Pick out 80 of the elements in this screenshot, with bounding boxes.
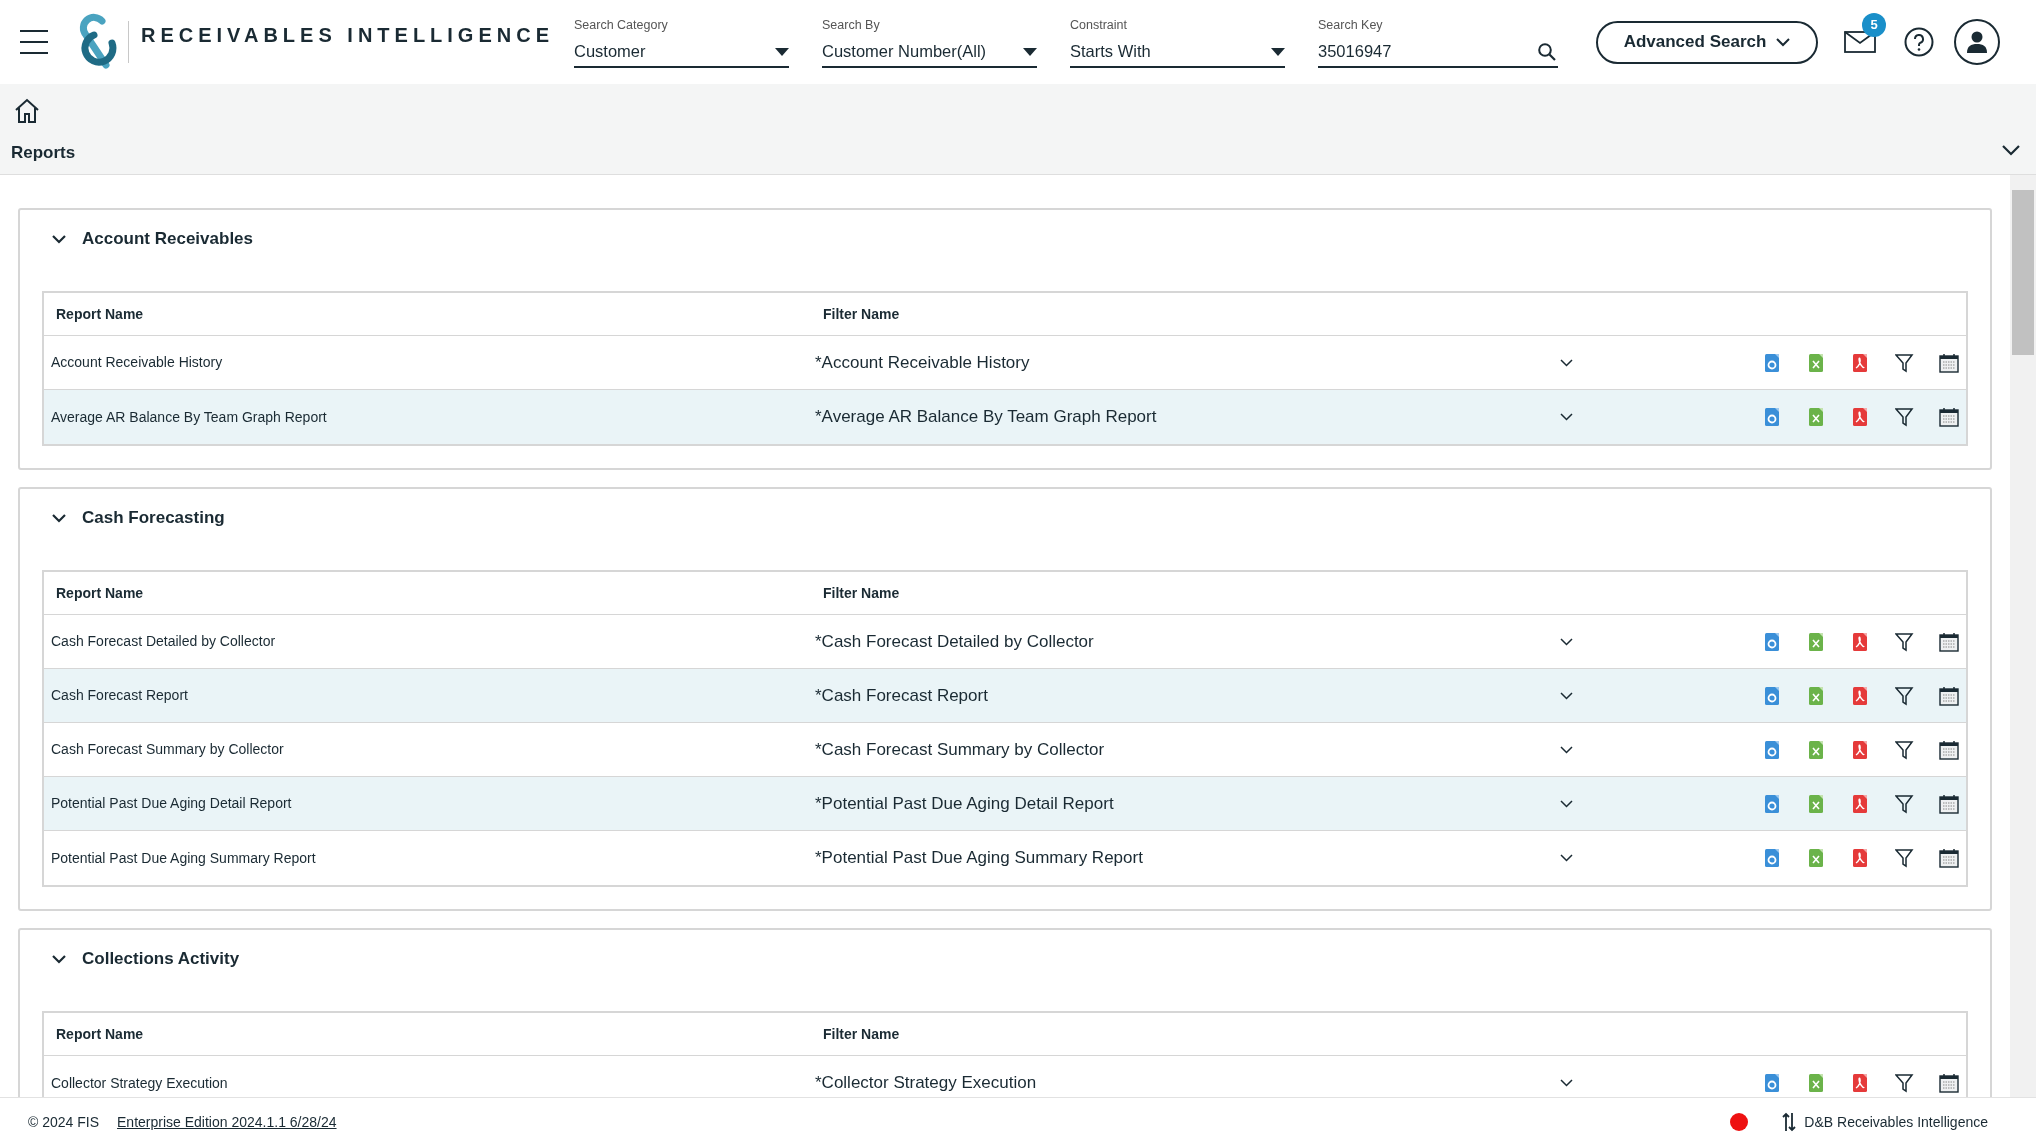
app-title: RECEIVABLES INTELLIGENCE (141, 23, 554, 48)
chevron-down-icon (1560, 745, 1573, 754)
filter-dropdown[interactable]: *Potential Past Due Aging Summary Report (815, 845, 1585, 871)
filter-icon[interactable] (1895, 631, 1915, 652)
transfer-arrows-icon (1782, 1112, 1797, 1132)
chevron-down-icon (1560, 358, 1573, 367)
filter-dropdown[interactable]: *Collector Strategy Execution (815, 1070, 1585, 1096)
advanced-search-button[interactable]: Advanced Search (1596, 20, 1818, 64)
chevron-down-icon[interactable] (2002, 144, 2020, 156)
search-dropdown[interactable]: Customer (574, 37, 789, 68)
section-header[interactable]: Account Receivables (52, 210, 253, 268)
chevron-down-icon (1560, 1079, 1573, 1087)
field-label: Search By (822, 16, 881, 33)
column-header: Filter Name (822, 304, 900, 324)
chevron-down-icon (1560, 691, 1573, 700)
chevron-down-icon (1560, 799, 1573, 808)
report-name: Potential Past Due Aging Summary Report (50, 848, 317, 868)
chevron-down-icon (52, 234, 66, 244)
column-header: Filter Name (822, 583, 900, 603)
filter-icon[interactable] (1895, 1073, 1915, 1093)
filter-icon[interactable] (1895, 739, 1915, 760)
chevron-down-icon (1560, 413, 1573, 421)
chevron-down-icon (1560, 637, 1573, 646)
filter-icon[interactable] (1895, 352, 1915, 373)
dropdown-arrow-icon (1023, 47, 1037, 56)
chevron-down-icon (1560, 854, 1573, 862)
calendar-icon[interactable] (1939, 407, 1959, 427)
user-icon[interactable] (1954, 19, 2000, 65)
report-name: Cash Forecast Summary by Collector (50, 740, 285, 759)
filter-icon[interactable] (1895, 848, 1915, 868)
report-name: Cash Forecast Report (50, 686, 189, 705)
calendar-icon[interactable] (1939, 352, 1959, 373)
notification-badge: 5 (1862, 13, 1886, 37)
report-name: Cash Forecast Detailed by Collector (50, 632, 277, 651)
chevron-down-icon (52, 954, 66, 964)
search-dropdown[interactable]: Customer Number(All) (822, 37, 1037, 68)
section-header[interactable]: Collections Activity (52, 930, 240, 988)
calendar-icon[interactable] (1939, 848, 1959, 868)
chevron-down-icon (52, 513, 66, 523)
mail-icon[interactable] (1844, 31, 1876, 53)
dropdown-arrow-icon (775, 47, 789, 56)
filter-dropdown[interactable]: *Average AR Balance By Team Graph Report (815, 404, 1585, 430)
filter-icon[interactable] (1895, 407, 1915, 427)
search-dropdown[interactable]: Starts With (1070, 37, 1285, 68)
product-name: D&B Receivables Intelligence (1804, 1112, 1988, 1132)
field-label: Search Category (574, 16, 669, 33)
filter-dropdown[interactable]: *Potential Past Due Aging Detail Report (815, 790, 1585, 817)
field-label: Constraint (1070, 16, 1128, 33)
help-icon[interactable] (1904, 27, 1934, 57)
filter-dropdown[interactable]: *Account Receivable History (815, 349, 1585, 376)
dropdown-arrow-icon (1271, 47, 1285, 56)
chevron-down-icon (1776, 37, 1791, 47)
section-header[interactable]: Cash Forecasting (52, 489, 225, 547)
filter-dropdown[interactable]: *Cash Forecast Summary by Collector (815, 736, 1585, 763)
scrollbar[interactable] (2010, 175, 2036, 1097)
page-title: Reports (11, 142, 76, 164)
home-icon[interactable] (14, 98, 40, 124)
menu-icon[interactable] (20, 30, 48, 54)
field-label: Search Key (1318, 16, 1384, 33)
filter-dropdown[interactable]: *Cash Forecast Detailed by Collector (815, 628, 1585, 655)
column-header: Report Name (55, 583, 145, 603)
search-icon[interactable] (1538, 42, 1556, 61)
filter-dropdown[interactable]: *Cash Forecast Report (815, 682, 1585, 709)
report-name: Account Receivable History (50, 353, 224, 372)
column-header: Filter Name (822, 1024, 900, 1044)
filter-icon[interactable] (1895, 685, 1915, 706)
edition-link[interactable]: Enterprise Edition 2024.1.1 6/28/24 (117, 1111, 337, 1133)
report-name: Collector Strategy Execution (50, 1073, 229, 1093)
calendar-icon[interactable] (1939, 739, 1959, 760)
report-name: Average AR Balance By Team Graph Report (50, 407, 328, 427)
filter-icon[interactable] (1895, 793, 1915, 814)
copyright-text: © 2024 FIS (28, 1112, 100, 1132)
calendar-icon[interactable] (1939, 631, 1959, 652)
calendar-icon[interactable] (1939, 685, 1959, 706)
column-header: Report Name (55, 304, 145, 324)
calendar-icon[interactable] (1939, 1073, 1959, 1093)
column-header: Report Name (55, 1024, 145, 1044)
calendar-icon[interactable] (1939, 793, 1959, 814)
report-name: Potential Past Due Aging Detail Report (50, 794, 293, 813)
search-key-field[interactable]: 35016947 (1318, 37, 1558, 68)
